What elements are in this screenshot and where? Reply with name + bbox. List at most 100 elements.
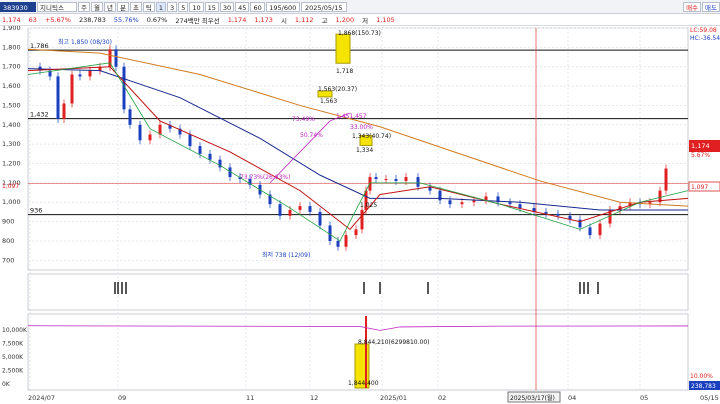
candle-body bbox=[188, 134, 192, 147]
x-tick-label: 05/15 bbox=[700, 394, 719, 402]
candle-body bbox=[128, 109, 132, 125]
open-value: 1,112 bbox=[294, 15, 314, 24]
candle-body bbox=[484, 196, 488, 201]
volume-axis-label: 7,500K bbox=[2, 341, 24, 348]
candle-body bbox=[394, 179, 398, 181]
candle-body bbox=[416, 177, 420, 187]
date-field[interactable]: 2025/05/15 bbox=[300, 1, 347, 12]
ma-indicator-label: LC:59.08 bbox=[690, 27, 717, 34]
candle-body bbox=[368, 177, 372, 191]
interval-45[interactable]: 45 bbox=[235, 1, 250, 12]
candle-body bbox=[278, 204, 282, 216]
period-minute[interactable]: 분 bbox=[116, 1, 129, 12]
candle-body bbox=[460, 202, 464, 205]
candle-body bbox=[508, 202, 512, 205]
stock-chart[interactable]: 1,900 1,800 1,700 1,600 1,500 1,400 1,300 1,200… bbox=[0, 26, 720, 404]
current-price-label: 1,174 bbox=[691, 142, 710, 150]
open-label: 시 bbox=[280, 16, 287, 25]
stock-code-input[interactable]: 383930 bbox=[0, 1, 36, 12]
chart-annotation: 73.49% bbox=[292, 116, 315, 123]
high-label: 고 bbox=[321, 16, 328, 25]
volume-value: 238,783 bbox=[79, 15, 106, 24]
chart-annotation: 73.73%(26.63%) bbox=[240, 174, 290, 181]
reference-line-label: 1,432 bbox=[30, 111, 49, 119]
volume-axis-label: 0K bbox=[2, 381, 11, 388]
interval-10[interactable]: 10 bbox=[189, 1, 204, 12]
x-tick-label: 05 bbox=[640, 394, 648, 402]
chart-annotation: 1,868(150.73) bbox=[338, 30, 381, 37]
chart-toolbar: 383930 지니틱스 주 월 년 분 초 틱 1 3 5 10 15 30 4… bbox=[0, 0, 720, 14]
high-value: 1,200 bbox=[335, 15, 355, 24]
buy-button[interactable]: 매수 bbox=[683, 1, 702, 12]
best-bid: 1,173 bbox=[254, 15, 273, 24]
chart-annotation: 1,334 bbox=[356, 147, 373, 154]
chart-annotation: 1,451,457 bbox=[336, 113, 367, 120]
volume-axis-label: 10,000K bbox=[2, 327, 28, 334]
y-tick-label: 1,500 bbox=[2, 101, 21, 109]
candle-body bbox=[354, 229, 358, 236]
y-tick-label: 1,600 bbox=[2, 82, 21, 90]
candle-body bbox=[404, 177, 408, 181]
candle-body bbox=[198, 146, 202, 154]
y-tick-label: 1,700 bbox=[2, 63, 21, 71]
candle-body bbox=[318, 211, 322, 226]
period-week[interactable]: 주 bbox=[78, 1, 90, 12]
best-ask: 1,174 bbox=[227, 15, 247, 24]
x-tick-label: 2025/01 bbox=[380, 394, 407, 402]
left-price-tag: 1,097 bbox=[2, 183, 19, 190]
interval-1[interactable]: 1 bbox=[155, 1, 167, 12]
candle-body bbox=[384, 179, 388, 181]
price-info-bar: 1,174 63 +5.67% 238,783 55.76% 0.67% 274… bbox=[0, 14, 720, 26]
reference-line-label: 936 bbox=[30, 207, 42, 215]
interval-15[interactable]: 15 bbox=[204, 1, 219, 12]
volume-right-label: 10.00% bbox=[690, 373, 713, 380]
candle-body bbox=[664, 168, 668, 191]
candle-body bbox=[448, 200, 452, 205]
candle-body bbox=[308, 206, 312, 212]
candle-body bbox=[70, 74, 74, 104]
period-tick[interactable]: 틱 bbox=[142, 1, 155, 12]
candle-body bbox=[360, 209, 364, 230]
y-tick-label: 1,200 bbox=[2, 160, 21, 168]
volume-annotation: 1,844,400 bbox=[348, 380, 379, 387]
interval-3[interactable]: 3 bbox=[167, 1, 178, 12]
y-tick-label: 700 bbox=[2, 256, 14, 264]
y-tick-label: 900 bbox=[2, 218, 14, 226]
candle-body bbox=[148, 134, 152, 141]
price-change: 63 bbox=[28, 15, 37, 24]
chart-annotation: 33.00% bbox=[350, 124, 373, 131]
candle-body bbox=[62, 103, 66, 119]
candle-body bbox=[518, 204, 522, 209]
chart-annotation: 50.74% bbox=[300, 132, 323, 139]
chart-annotation: 1,563(20.37) bbox=[318, 86, 357, 93]
chart-annotation: 1,563 bbox=[320, 98, 337, 105]
x-tick-label: 2024/07 bbox=[28, 394, 55, 402]
price-change-pct: +5.67% bbox=[44, 15, 71, 24]
ratio-value: 0.67% bbox=[146, 15, 168, 24]
sell-button[interactable]: 매도 bbox=[702, 1, 720, 12]
volume-annotation: 8,844,210(6299810.00) bbox=[358, 339, 429, 346]
interval-5[interactable]: 5 bbox=[178, 1, 189, 12]
period-second[interactable]: 초 bbox=[129, 1, 142, 12]
interval-30[interactable]: 30 bbox=[219, 1, 235, 12]
candle-body bbox=[374, 177, 378, 180]
candle-body bbox=[344, 235, 348, 247]
amount-value: 274백만 최우선 bbox=[175, 16, 220, 25]
stock-name-field[interactable]: 지니틱스 bbox=[37, 1, 77, 12]
candle-body bbox=[208, 153, 212, 160]
candle-count-field[interactable]: 195/600 bbox=[265, 1, 300, 12]
price-tag-label: 1,097 bbox=[691, 184, 708, 191]
candle-body bbox=[598, 223, 602, 236]
x-tick-label: 04 bbox=[568, 394, 576, 402]
candle-body bbox=[298, 206, 302, 210]
period-year[interactable]: 년 bbox=[103, 1, 116, 12]
chart-annotation: 1,343(40.74) bbox=[352, 133, 391, 140]
y-tick-label: 800 bbox=[2, 237, 14, 245]
candle-body bbox=[588, 227, 592, 236]
period-month[interactable]: 월 bbox=[90, 1, 103, 12]
x-tick-label: 09 bbox=[118, 394, 126, 402]
interval-60[interactable]: 60 bbox=[250, 1, 265, 12]
x-tick-label: 11 bbox=[246, 394, 254, 402]
current-price: 1,174 bbox=[2, 15, 21, 24]
annotation-box bbox=[335, 33, 351, 64]
